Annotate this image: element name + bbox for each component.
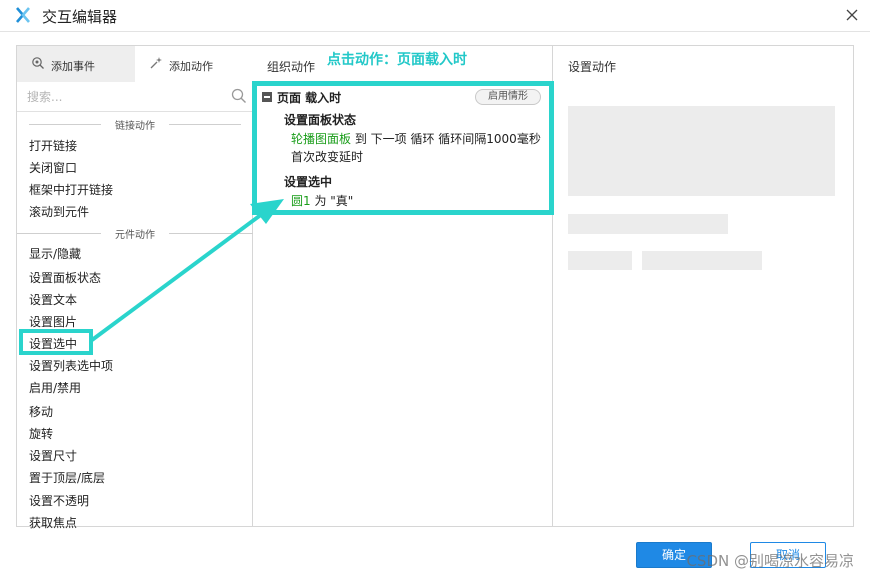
action-item-move[interactable]: 移动 — [29, 403, 53, 420]
action-name-set-panel-state[interactable]: 设置面板状态 — [284, 111, 356, 128]
collapse-icon[interactable] — [262, 92, 272, 102]
action-item-bring-front-back[interactable]: 置于顶层/底层 — [29, 469, 105, 486]
add-event-icon — [32, 57, 44, 69]
actions-column: 添加事件 添加动作 链接动作 打开链接 关闭窗口 框架中打开链接 — [17, 46, 253, 530]
action-item-set-text[interactable]: 设置文本 — [29, 291, 77, 308]
action-item-set-panel-state[interactable]: 设置面板状态 — [29, 269, 101, 286]
action-item-open-link[interactable]: 打开链接 — [29, 137, 77, 154]
configure-action-header: 设置动作 — [568, 60, 617, 74]
action-target: 圆1 — [291, 194, 311, 208]
action-item-set-size[interactable]: 设置尺寸 — [29, 447, 77, 464]
search-input[interactable] — [27, 88, 223, 106]
placeholder-block — [568, 106, 835, 196]
tab-bar: 添加事件 添加动作 — [17, 46, 253, 82]
tab-add-event[interactable]: 添加事件 — [17, 46, 135, 82]
tab-add-action-label: 添加动作 — [169, 60, 213, 73]
placeholder-block — [568, 214, 728, 234]
event-title[interactable]: 页面 载入时 — [277, 89, 341, 106]
divider — [169, 233, 253, 234]
action-params: 到 下一项 循环 循环间隔1000毫秒 — [351, 132, 541, 146]
action-item-enable-disable[interactable]: 启用/禁用 — [29, 379, 81, 396]
group-header-link-actions: 链接动作 — [17, 117, 253, 132]
add-action-icon — [150, 57, 162, 69]
group-header-widget-actions: 元件动作 — [17, 226, 253, 241]
action-name-set-selected[interactable]: 设置选中 — [284, 173, 332, 190]
editor-panels: 添加事件 添加动作 链接动作 打开链接 关闭窗口 框架中打开链接 — [16, 45, 854, 530]
action-params: 为 "真" — [310, 194, 354, 208]
organize-actions-column: 组织动作 点击动作：页面载入时 页面 载入时 启用情形 设置面板状态 轮播图面板… — [252, 46, 554, 526]
action-item-focus[interactable]: 获取焦点 — [29, 514, 77, 531]
annotation-text: 点击动作：页面载入时 — [327, 52, 467, 68]
action-item-rotate[interactable]: 旋转 — [29, 425, 53, 442]
divider — [169, 124, 241, 125]
action-detail-delay: 首次改变延时 — [291, 150, 364, 164]
enable-condition-button[interactable]: 启用情形 — [475, 89, 541, 105]
search-icon[interactable] — [231, 88, 247, 104]
action-item-open-link-in-frame[interactable]: 框架中打开链接 — [29, 181, 113, 198]
action-detail-set-panel-state[interactable]: 轮播图面板 到 下一项 循环 循环间隔1000毫秒 — [291, 130, 541, 148]
action-target: 轮播图面板 — [291, 132, 352, 146]
action-item-set-list-selection[interactable]: 设置列表选中项 — [29, 357, 113, 374]
search-bar — [17, 82, 253, 112]
tab-add-action[interactable]: 添加动作 — [135, 46, 253, 82]
action-item-show-hide[interactable]: 显示/隐藏 — [29, 245, 81, 262]
divider — [17, 233, 101, 234]
organize-actions-header: 组织动作 — [267, 60, 316, 74]
group-header-label: 元件动作 — [115, 230, 155, 241]
placeholder-block — [568, 251, 632, 270]
tab-add-event-label: 添加事件 — [51, 60, 95, 73]
watermark: CSDN @别喝凉水容易凉 — [686, 552, 854, 570]
app-logo-icon — [16, 7, 30, 23]
action-item-set-image[interactable]: 设置图片 — [29, 313, 77, 330]
action-item-set-opacity[interactable]: 设置不透明 — [29, 492, 89, 509]
close-icon[interactable] — [842, 5, 862, 25]
action-item-set-selected[interactable]: 设置选中 — [29, 335, 77, 352]
window-title: 交互编辑器 — [42, 8, 118, 26]
placeholder-block — [642, 251, 762, 270]
title-bar: 交互编辑器 — [0, 0, 870, 32]
event-block: 页面 载入时 启用情形 设置面板状态 轮播图面板 到 下一项 循环 循环间隔10… — [252, 81, 554, 215]
configure-action-column: 设置动作 — [553, 46, 853, 526]
group-header-label: 链接动作 — [115, 121, 155, 132]
action-item-close-window[interactable]: 关闭窗口 — [29, 159, 77, 176]
divider — [29, 124, 101, 125]
action-item-scroll-to-widget[interactable]: 滚动到元件 — [29, 203, 89, 220]
action-detail-set-selected[interactable]: 圆1 为 "真" — [291, 192, 353, 210]
